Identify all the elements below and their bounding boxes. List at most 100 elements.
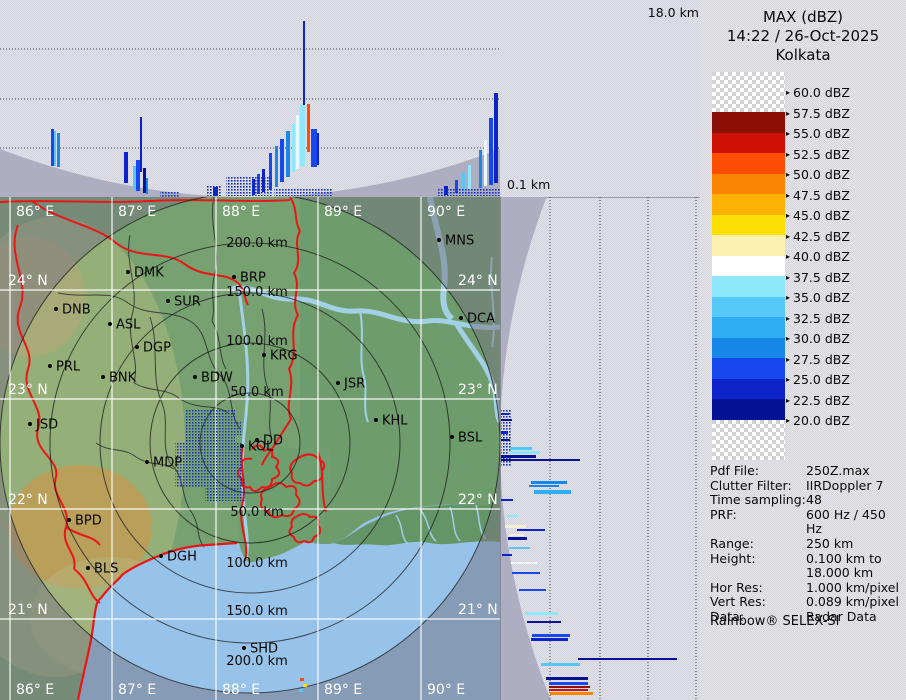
dbz-scale-label: ▸47.5 dBZ bbox=[786, 188, 850, 203]
info-value: IIRDoppler 7 bbox=[806, 479, 902, 494]
dbz-color-scale: ▸60.0 dBZ▸57.5 dBZ▸55.0 dBZ▸52.5 dBZ▸50.… bbox=[700, 72, 906, 462]
scale-tick-arrow-icon: ▸ bbox=[786, 372, 790, 387]
dbz-scale-label: ▸22.5 dBZ bbox=[786, 393, 850, 408]
echo-top-bar bbox=[317, 133, 319, 165]
dbz-band bbox=[712, 399, 785, 420]
echo-side-bar bbox=[549, 682, 588, 685]
info-value: 250Z.max bbox=[806, 464, 902, 479]
city-label-PRL: PRL bbox=[56, 360, 81, 375]
radar-map: 86° E86° E87° E87° E88° E88° E89° E89° E… bbox=[0, 197, 500, 700]
echo-side-bar bbox=[578, 658, 677, 660]
right-profile-gridlines bbox=[550, 197, 696, 700]
echo-top-bar bbox=[51, 129, 54, 166]
dbz-band bbox=[712, 235, 785, 256]
scale-tick-arrow-icon: ▸ bbox=[786, 208, 790, 223]
range-ring-label: 150.0 km bbox=[226, 604, 288, 619]
city-dot-DGP bbox=[135, 345, 139, 349]
echo-top-bar bbox=[296, 115, 299, 169]
echo-side-bar bbox=[500, 455, 536, 458]
scale-tick-arrow-icon: ▸ bbox=[786, 106, 790, 121]
info-label: Vert Res: bbox=[710, 595, 806, 610]
info-value: 48 bbox=[806, 493, 902, 508]
city-label-BDW: BDW bbox=[201, 371, 233, 386]
city-label-ASL: ASL bbox=[116, 318, 141, 333]
scale-tick-arrow-icon: ▸ bbox=[786, 229, 790, 244]
latitude-label: 24° N bbox=[458, 273, 498, 289]
product-site: Kolkata bbox=[700, 46, 906, 65]
echo-speckle-cluster bbox=[196, 433, 230, 463]
longitude-label: 88° E bbox=[222, 682, 260, 698]
city-dot-JSR bbox=[336, 381, 340, 385]
echo-side-bar bbox=[509, 547, 530, 549]
city-dot-BRP bbox=[232, 275, 236, 279]
axis-min-height-label: 0.1 km bbox=[507, 177, 550, 192]
city-label-SUR: SUR bbox=[174, 295, 201, 310]
echo-top-bar bbox=[136, 160, 140, 191]
dbz-band bbox=[712, 112, 785, 133]
dbz-band bbox=[712, 358, 785, 379]
echo-top-bar bbox=[494, 93, 498, 183]
info-label: Height: bbox=[710, 552, 806, 581]
echo-side-bar bbox=[532, 634, 570, 637]
dbz-band bbox=[712, 194, 785, 215]
city-label-MNS: MNS bbox=[445, 234, 474, 249]
echo-side-bar bbox=[500, 439, 510, 441]
info-label: Hor Res: bbox=[710, 581, 806, 596]
axis-max-height-label: 18.0 km bbox=[648, 5, 699, 20]
city-dot-JSD bbox=[28, 422, 32, 426]
info-label: PRF: bbox=[710, 508, 806, 537]
longitude-label: 90° E bbox=[427, 204, 465, 220]
city-label-DNB: DNB bbox=[62, 303, 91, 318]
scale-tick-arrow-icon: ▸ bbox=[786, 167, 790, 182]
city-label-KHL: KHL bbox=[382, 414, 408, 429]
echo-top-bar bbox=[307, 104, 310, 152]
profile-axis-corner: 18.0 km 0.1 km bbox=[500, 0, 706, 198]
city-dot-SUR bbox=[166, 299, 170, 303]
dbz-scale-label: ▸42.5 dBZ bbox=[786, 229, 850, 244]
echo-speckle-cluster bbox=[274, 188, 332, 196]
echo-side-bar bbox=[512, 572, 540, 574]
echo-speck bbox=[300, 678, 304, 681]
echo-side-bar bbox=[550, 692, 593, 695]
echo-top-bar bbox=[286, 131, 290, 177]
dbz-scale-label: ▸35.0 dBZ bbox=[786, 290, 850, 305]
city-label-KOL: KOL bbox=[248, 440, 274, 455]
legend-panel: MAX (dBZ) 14:22 / 26-Oct-2025 Kolkata ▸6… bbox=[700, 0, 906, 700]
dbz-scale-label: ▸55.0 dBZ bbox=[786, 126, 850, 141]
range-ring-label: 200.0 km bbox=[226, 236, 288, 251]
city-label-DGP: DGP bbox=[143, 341, 171, 356]
echo-side-bar bbox=[507, 515, 519, 517]
dbz-scale-label: ▸52.5 dBZ bbox=[786, 147, 850, 162]
echo-top-bar bbox=[140, 117, 142, 172]
scale-tick-arrow-icon: ▸ bbox=[786, 311, 790, 326]
city-dot-PRL bbox=[48, 364, 52, 368]
echo-top-bar bbox=[489, 118, 493, 185]
longitude-label: 88° E bbox=[222, 204, 260, 220]
latitude-label: 23° N bbox=[458, 382, 498, 398]
product-datetime: 14:22 / 26-Oct-2025 bbox=[700, 27, 906, 46]
echo-top-bar bbox=[462, 173, 465, 191]
longitude-label: 86° E bbox=[16, 204, 54, 220]
echo-side-bar bbox=[546, 677, 588, 680]
dbz-scale-label: ▸25.0 dBZ bbox=[786, 372, 850, 387]
echo-side-bar bbox=[500, 413, 509, 415]
echo-top-bar bbox=[143, 168, 146, 193]
latitude-label: 22° N bbox=[458, 492, 498, 508]
longitude-label: 89° E bbox=[324, 204, 362, 220]
city-dot-MDP bbox=[145, 460, 149, 464]
longitude-label: 90° E bbox=[427, 682, 465, 698]
dbz-band bbox=[712, 133, 785, 154]
product-info-list: Pdf File:250Z.maxClutter Filter:IIRDoppl… bbox=[710, 464, 902, 625]
echo-side-bar bbox=[549, 686, 590, 688]
radar-display-window: 18.0 km 0.1 km bbox=[0, 0, 906, 700]
range-ring-label: 100.0 km bbox=[226, 334, 288, 349]
scale-tick-arrow-icon: ▸ bbox=[786, 290, 790, 305]
info-value: 600 Hz / 450 Hz bbox=[806, 508, 902, 537]
echo-side-bar bbox=[508, 537, 527, 540]
echo-top-bar bbox=[479, 150, 482, 188]
city-dot-KRG bbox=[262, 353, 266, 357]
right-height-profile-panel bbox=[500, 197, 700, 700]
echo-top-bar bbox=[300, 105, 305, 166]
scale-tick-arrow-icon: ▸ bbox=[786, 126, 790, 141]
echo-side-bar bbox=[534, 490, 571, 494]
